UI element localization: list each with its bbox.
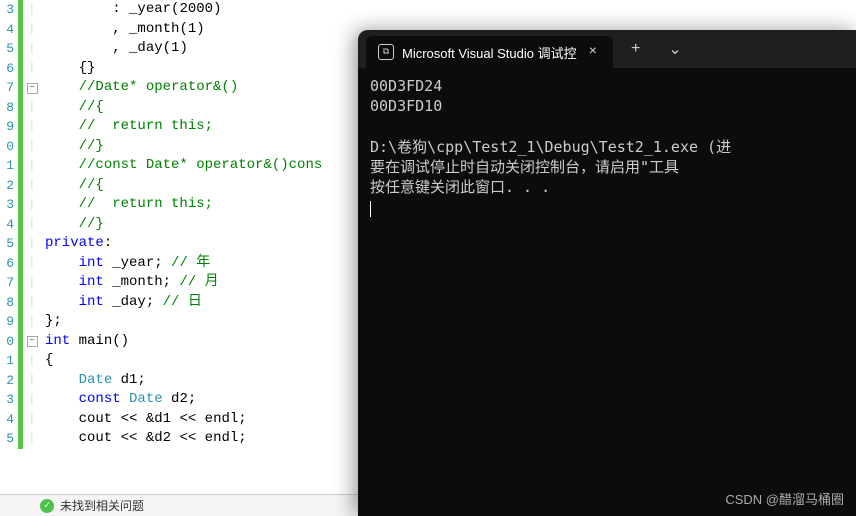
line-number: 0 <box>0 139 18 154</box>
gutter-row: 4│ <box>0 20 41 40</box>
gutter-row: 5│ <box>0 429 41 449</box>
fold-toggle: │ <box>23 23 41 35</box>
fold-toggle: │ <box>23 121 41 133</box>
line-number: 9 <box>0 314 18 329</box>
tab-dropdown-icon[interactable]: ⌄ <box>658 35 691 63</box>
fold-toggle[interactable]: − <box>23 335 41 347</box>
terminal-title: Microsoft Visual Studio 调试控 <box>402 43 577 62</box>
line-number: 5 <box>0 431 18 446</box>
line-number: 3 <box>0 2 18 17</box>
fold-minus-icon[interactable]: − <box>27 83 38 94</box>
fold-toggle: │ <box>23 374 41 386</box>
fold-toggle: │ <box>23 394 41 406</box>
gutter-row: 8│ <box>0 293 41 313</box>
status-ok-icon: ✓ <box>40 499 54 513</box>
close-icon[interactable]: × <box>585 44 601 60</box>
line-number: 1 <box>0 353 18 368</box>
gutter-row: 3│ <box>0 0 41 20</box>
gutter-row: 3│ <box>0 195 41 215</box>
fold-toggle: │ <box>23 218 41 230</box>
gutter-row: 9│ <box>0 117 41 137</box>
gutter-row: 0│ <box>0 137 41 157</box>
fold-toggle: │ <box>23 277 41 289</box>
fold-toggle: │ <box>23 316 41 328</box>
line-number: 8 <box>0 295 18 310</box>
gutter-row: 8│ <box>0 98 41 118</box>
line-number: 7 <box>0 275 18 290</box>
line-number: 7 <box>0 80 18 95</box>
fold-toggle: │ <box>23 140 41 152</box>
gutter-row: 1│ <box>0 351 41 371</box>
fold-toggle: │ <box>23 413 41 425</box>
line-number: 8 <box>0 100 18 115</box>
terminal-titlebar: ⧉ Microsoft Visual Studio 调试控 × + ⌄ <box>358 30 856 68</box>
gutter-row: 4│ <box>0 410 41 430</box>
fold-toggle: │ <box>23 179 41 191</box>
line-number: 2 <box>0 373 18 388</box>
gutter-row: 2│ <box>0 176 41 196</box>
status-text: 未找到相关问题 <box>60 497 144 514</box>
line-number: 2 <box>0 178 18 193</box>
gutter-row: 1│ <box>0 156 41 176</box>
gutter-row: 7│ <box>0 273 41 293</box>
fold-toggle: │ <box>23 257 41 269</box>
gutter-row: 0− <box>0 332 41 352</box>
line-number: 9 <box>0 119 18 134</box>
new-tab-button[interactable]: + <box>621 36 650 62</box>
watermark: CSDN @醋溜马桶圈 <box>725 489 844 508</box>
line-number: 3 <box>0 197 18 212</box>
fold-toggle: │ <box>23 101 41 113</box>
fold-toggle[interactable]: − <box>23 82 41 94</box>
fold-toggle: │ <box>23 355 41 367</box>
gutter-row: 6│ <box>0 59 41 79</box>
line-number: 4 <box>0 22 18 37</box>
gutter-row: 3│ <box>0 390 41 410</box>
fold-minus-icon[interactable]: − <box>27 336 38 347</box>
fold-toggle: │ <box>23 296 41 308</box>
line-number: 6 <box>0 256 18 271</box>
fold-toggle: │ <box>23 238 41 250</box>
editor-gutter: 3│4│5│6│7−8│9│0│1│2│3│4│5│6│7│8│9│0−1│2│… <box>0 0 41 516</box>
fold-toggle: │ <box>23 433 41 445</box>
line-number: 6 <box>0 61 18 76</box>
line-number: 0 <box>0 334 18 349</box>
code-line[interactable]: : _year(2000) <box>45 0 856 20</box>
line-number: 4 <box>0 412 18 427</box>
line-number: 1 <box>0 158 18 173</box>
fold-toggle: │ <box>23 4 41 16</box>
gutter-row: 2│ <box>0 371 41 391</box>
terminal-tab-icon: ⧉ <box>378 44 394 60</box>
terminal-output[interactable]: 00D3FD24 00D3FD10 D:\卷狗\cpp\Test2_1\Debu… <box>358 68 856 516</box>
gutter-row: 5│ <box>0 234 41 254</box>
gutter-row: 4│ <box>0 215 41 235</box>
fold-toggle: │ <box>23 43 41 55</box>
line-number: 5 <box>0 236 18 251</box>
terminal-tab[interactable]: ⧉ Microsoft Visual Studio 调试控 × <box>366 36 613 68</box>
terminal-window: ⧉ Microsoft Visual Studio 调试控 × + ⌄ 00D3… <box>358 30 856 516</box>
gutter-row: 7− <box>0 78 41 98</box>
gutter-row: 6│ <box>0 254 41 274</box>
fold-toggle: │ <box>23 160 41 172</box>
fold-toggle: │ <box>23 62 41 74</box>
line-number: 5 <box>0 41 18 56</box>
terminal-cursor <box>370 201 371 217</box>
line-number: 3 <box>0 392 18 407</box>
line-number: 4 <box>0 217 18 232</box>
gutter-row: 5│ <box>0 39 41 59</box>
gutter-row: 9│ <box>0 312 41 332</box>
fold-toggle: │ <box>23 199 41 211</box>
